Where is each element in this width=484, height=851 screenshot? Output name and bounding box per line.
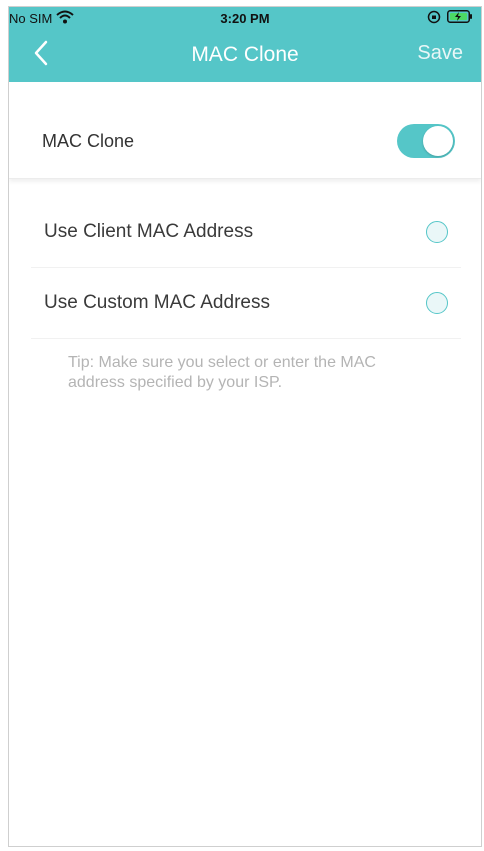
status-bar: No SIM 3:20 PM (9, 7, 481, 29)
option-custom-mac[interactable]: Use Custom MAC Address (31, 268, 461, 339)
nav-bar: MAC Clone Save (9, 33, 481, 77)
carrier-text: No SIM (9, 10, 53, 26)
header: No SIM 3:20 PM MAC Clone Save (9, 7, 481, 82)
toggle-knob (423, 126, 453, 156)
option-client-mac[interactable]: Use Client MAC Address (31, 197, 461, 268)
app-screen: No SIM 3:20 PM MAC Clone Save MAC Clone … (8, 6, 482, 847)
mac-clone-label: MAC Clone (42, 130, 135, 151)
back-button[interactable] (27, 40, 55, 71)
option-custom-mac-label: Use Custom MAC Address (44, 292, 270, 313)
option-client-mac-label: Use Client MAC Address (44, 221, 254, 242)
mac-clone-toggle[interactable] (397, 124, 455, 158)
option-client-mac-radio[interactable] (426, 221, 448, 243)
status-left: No SIM (9, 10, 75, 27)
page-title: MAC Clone (191, 43, 299, 66)
wifi-icon (56, 10, 75, 27)
content: MAC Clone Use Client MAC Address Use Cus… (9, 82, 481, 846)
chevron-left-icon (33, 40, 49, 71)
save-button[interactable]: Save (417, 42, 463, 65)
option-custom-mac-radio[interactable] (426, 292, 448, 314)
mac-options-list: Use Client MAC Address Use Custom MAC Ad… (9, 197, 481, 339)
tip-text: Tip: Make sure you select or enter the M… (68, 354, 376, 391)
mac-clone-row: MAC Clone (9, 104, 481, 179)
orientation-lock-icon (427, 10, 441, 27)
status-time: 3:20 PM (220, 10, 270, 26)
battery-charging-icon (447, 10, 473, 26)
status-right (427, 10, 473, 27)
